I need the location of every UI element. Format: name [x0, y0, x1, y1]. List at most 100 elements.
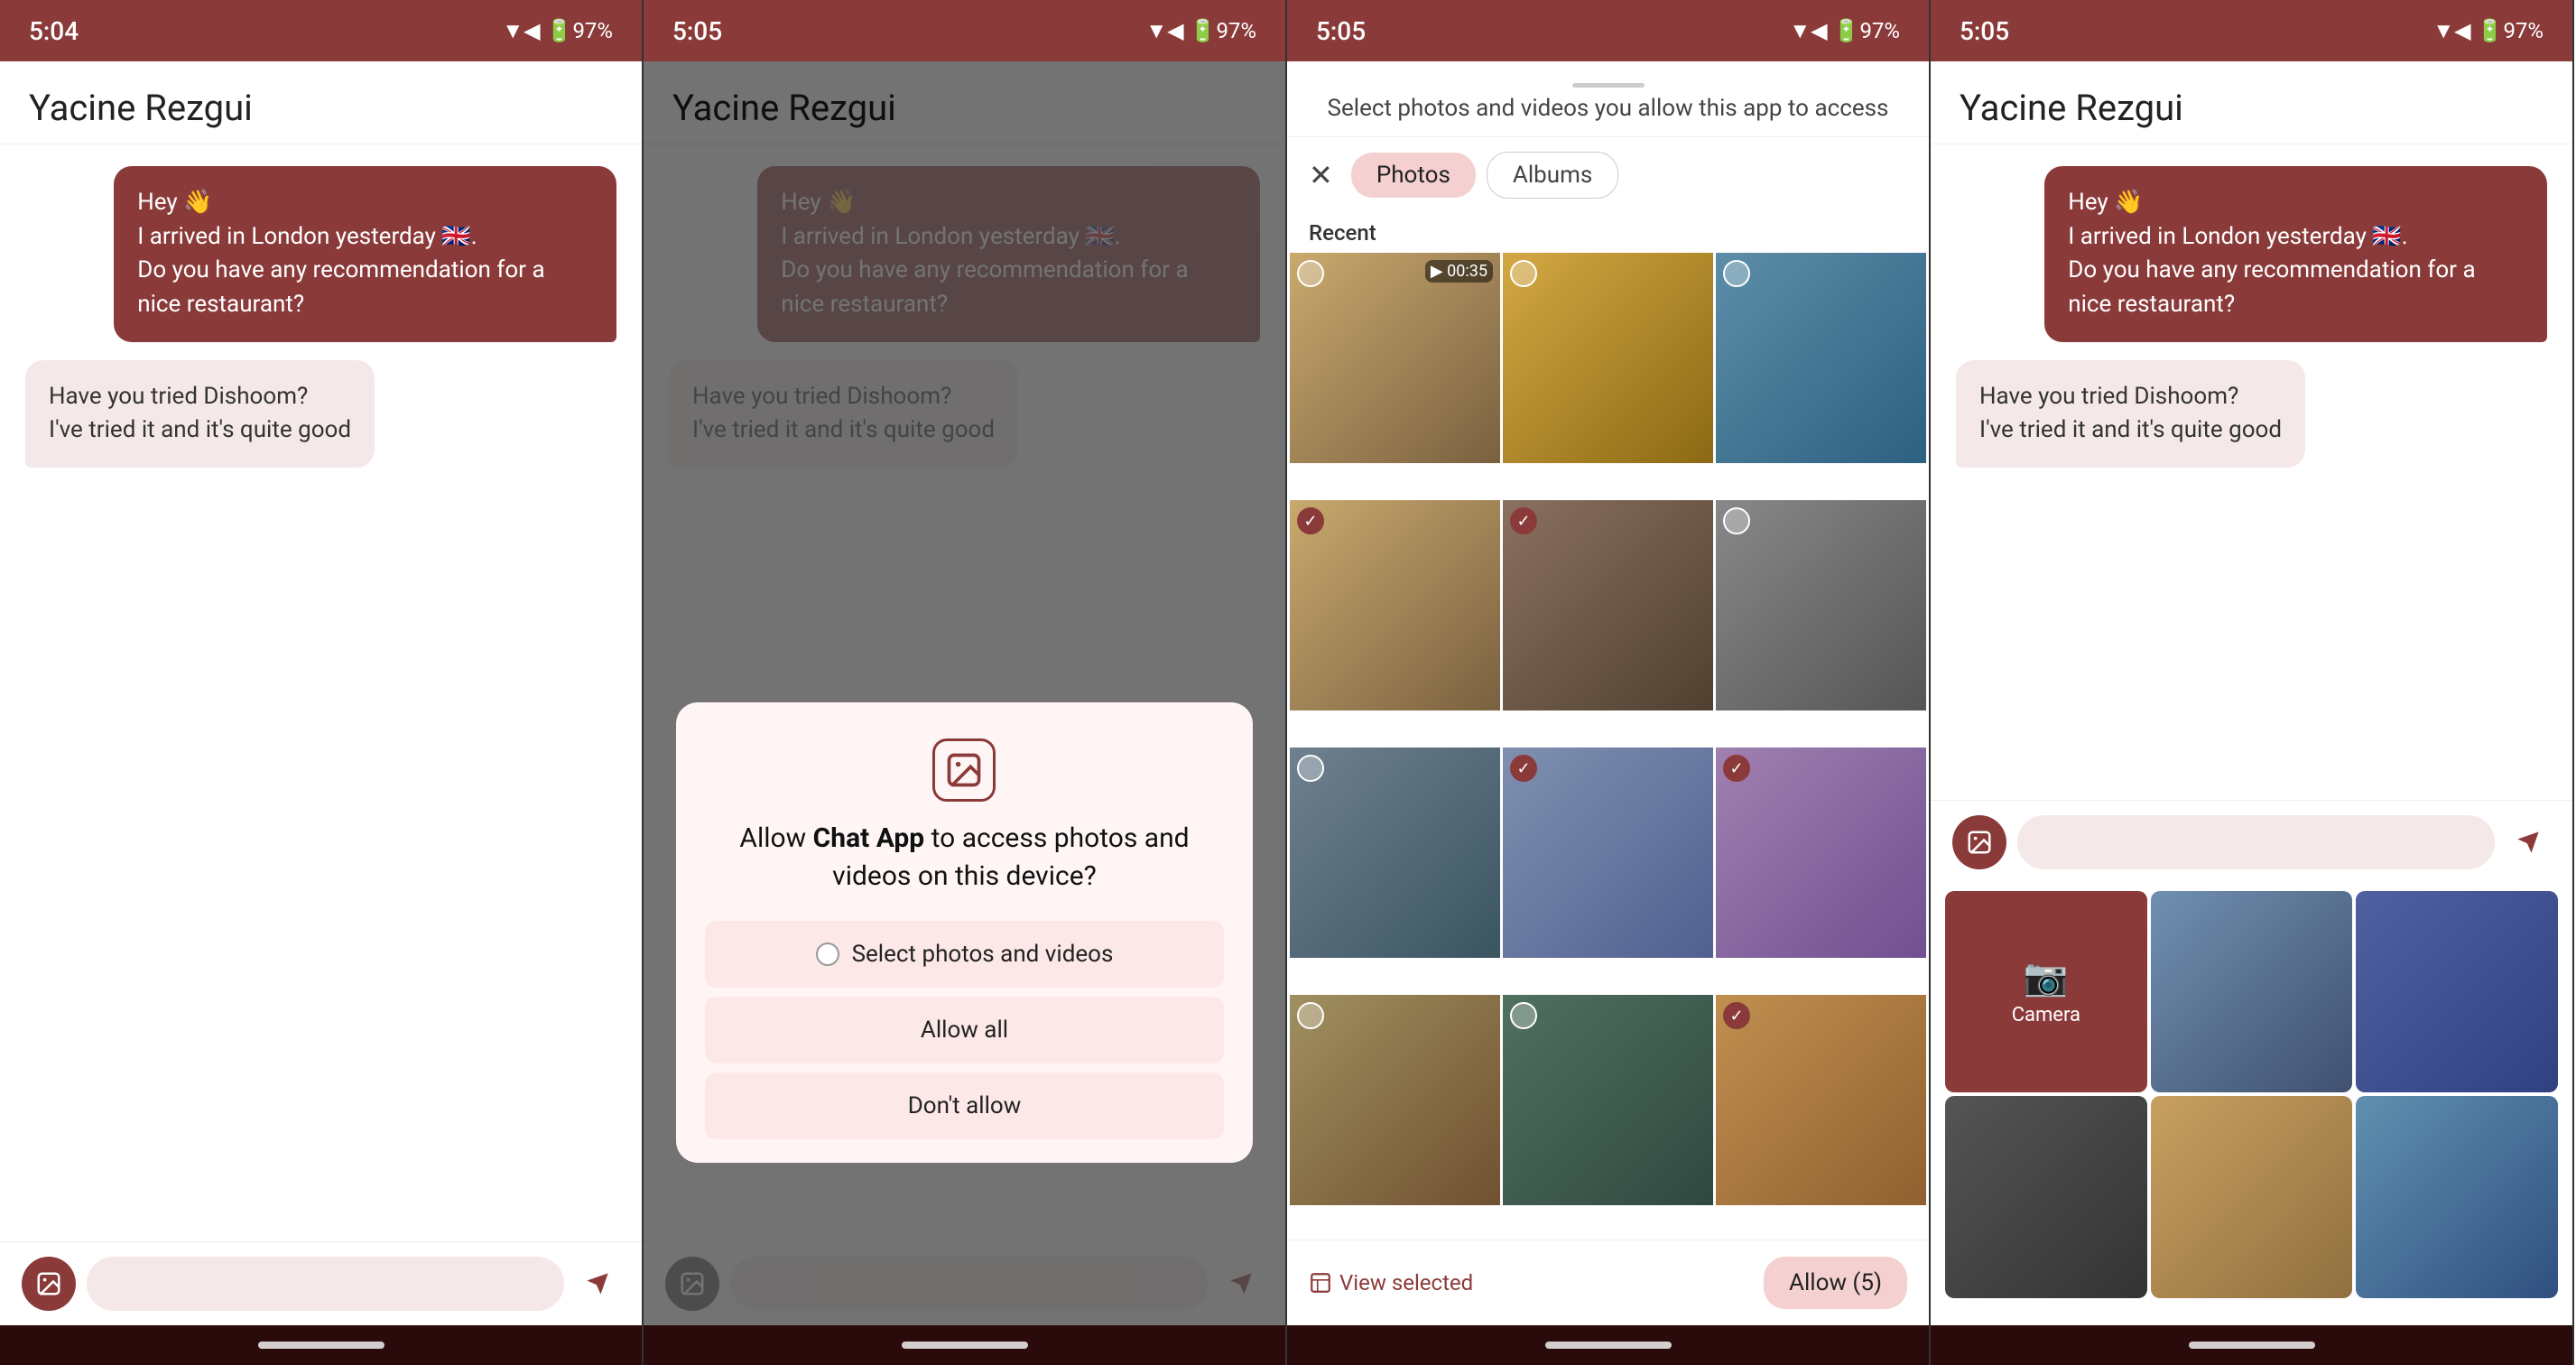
picker-top-text: Select photos and videos you allow this … [1328, 95, 1889, 122]
option-select-photos-label: Select photos and videos [852, 941, 1114, 968]
photo-cell-1[interactable]: ▶ 00:35 [1290, 253, 1500, 463]
message-input-4[interactable] [2017, 815, 2495, 869]
screen1: 5:04 ▼◀ 🔋97% Yacine Rezgui Hey 👋I arrive… [0, 0, 644, 1365]
view-selected-btn[interactable]: View selected [1309, 1270, 1473, 1295]
chat-header-1: Yacine Rezgui [0, 61, 642, 144]
home-indicator-3 [1545, 1342, 1672, 1349]
image-icon-1 [35, 1270, 62, 1297]
dialog-options: Select photos and videos Allow all Don't… [705, 921, 1225, 1148]
photo-cell-12[interactable] [1716, 995, 1926, 1205]
camera-label: Camera [2012, 1004, 2080, 1026]
picker-top-bar: Select photos and videos you allow this … [1287, 61, 1929, 137]
photo-check-8 [1510, 755, 1537, 782]
send-button-4[interactable] [2506, 820, 2551, 865]
status-icons-3: ▼◀ 🔋97% [1789, 18, 1900, 44]
chat-area-1: Hey 👋I arrived in London yesterday 🇬🇧.Do… [0, 144, 642, 1241]
media-button-1[interactable] [22, 1257, 76, 1311]
photo-cell-6[interactable] [1716, 500, 1926, 710]
camera-icon: 📷 [2024, 956, 2069, 998]
photo-cell-7[interactable] [1290, 748, 1500, 958]
photo-check-10 [1297, 1002, 1324, 1029]
dialog-icon [932, 738, 996, 802]
drag-handle [1572, 83, 1645, 88]
section-label-recent: Recent [1287, 213, 1929, 253]
dialog-title: Allow Chat App to access photos and vide… [705, 820, 1225, 896]
nav-bar-4 [1931, 1325, 2572, 1365]
message-out-4: Hey 👋I arrived in London yesterday 🇬🇧.Do… [2044, 166, 2547, 342]
send-icon-4 [2516, 830, 2541, 855]
permission-dialog: Allow Chat App to access photos and vide… [676, 702, 1254, 1163]
screen4: 5:05 ▼◀ 🔋97% Yacine Rezgui Hey 👋I arrive… [1931, 0, 2574, 1365]
input-bar-1 [0, 1241, 642, 1325]
photo-cell-10[interactable] [1290, 995, 1500, 1205]
status-time-2: 5:05 [672, 16, 722, 46]
photo-check-12 [1723, 1002, 1750, 1029]
home-indicator-4 [2189, 1342, 2315, 1349]
option-allow-all-label: Allow all [921, 1017, 1008, 1044]
photo-cell-8[interactable] [1503, 748, 1713, 958]
message-input-1[interactable] [87, 1257, 564, 1311]
media-button-4[interactable] [1952, 815, 2006, 869]
chat-header-4: Yacine Rezgui [1931, 61, 2572, 144]
photo-check-6 [1723, 507, 1750, 534]
home-indicator-1 [258, 1342, 385, 1349]
chat-area-4: Hey 👋I arrived in London yesterday 🇬🇧.Do… [1931, 144, 2572, 800]
photo-check-1 [1297, 260, 1324, 287]
send-button-1[interactable] [575, 1261, 620, 1306]
status-time-4: 5:05 [1960, 16, 2009, 46]
input-bar-4 [1931, 800, 2572, 884]
photo-check-7 [1297, 755, 1324, 782]
tray-photo-3[interactable] [1945, 1096, 2147, 1298]
nav-bar-3 [1287, 1325, 1929, 1365]
photo-check-4 [1297, 507, 1324, 534]
photo-cell-3[interactable] [1716, 253, 1926, 463]
screen2-chat: Yacine Rezgui Hey 👋I arrived in London y… [644, 61, 1285, 1325]
tray-photo-2[interactable] [2356, 891, 2558, 1093]
photo-access-icon [944, 750, 984, 790]
photo-check-3 [1723, 260, 1750, 287]
view-selected-label: View selected [1339, 1270, 1473, 1295]
status-icons-2: ▼◀ 🔋97% [1145, 18, 1256, 44]
nav-bar-1 [0, 1325, 642, 1365]
picker-bottom: View selected Allow (5) [1287, 1240, 1929, 1325]
image-icon-4 [1966, 829, 1993, 856]
video-badge-1: ▶ 00:35 [1425, 260, 1493, 283]
status-time-1: 5:04 [29, 16, 79, 46]
tab-albums[interactable]: Albums [1487, 152, 1618, 199]
photo-cell-5[interactable] [1503, 500, 1713, 710]
option-select-photos[interactable]: Select photos and videos [705, 921, 1225, 988]
photo-cell-9[interactable] [1716, 748, 1926, 958]
photo-tray: 📷 Camera [1931, 884, 2572, 1298]
status-icons-1: ▼◀ 🔋97% [502, 18, 613, 44]
message-in-1: Have you tried Dishoom?I've tried it and… [25, 360, 375, 468]
allow-5-btn[interactable]: Allow (5) [1764, 1257, 1907, 1309]
send-icon-1 [585, 1271, 610, 1296]
camera-cell[interactable]: 📷 Camera [1945, 891, 2147, 1093]
radio-select-photos [816, 942, 839, 966]
status-time-3: 5:05 [1316, 16, 1366, 46]
screen2: 5:05 ▼◀ 🔋97% Yacine Rezgui Hey 👋I arrive… [644, 0, 1287, 1365]
option-allow-all[interactable]: Allow all [705, 997, 1225, 1063]
message-in-4: Have you tried Dishoom?I've tried it and… [1956, 360, 2305, 468]
picker-close-btn[interactable]: ✕ [1309, 158, 1333, 192]
tray-spacer [1931, 1298, 2572, 1325]
photo-cell-11[interactable] [1503, 995, 1713, 1205]
photo-grid: ▶ 00:35 [1287, 253, 1929, 1240]
status-bar-4: 5:05 ▼◀ 🔋97% [1931, 0, 2572, 61]
view-selected-icon [1309, 1271, 1332, 1295]
option-dont-allow[interactable]: Don't allow [705, 1072, 1225, 1139]
photo-picker: Select photos and videos you allow this … [1287, 61, 1929, 1325]
message-out-1: Hey 👋I arrived in London yesterday 🇬🇧.Do… [114, 166, 616, 342]
tab-photos[interactable]: Photos [1351, 153, 1476, 198]
tray-photo-4[interactable] [2151, 1096, 2353, 1298]
screen3: 5:05 ▼◀ 🔋97% Select photos and videos yo… [1287, 0, 1931, 1365]
photo-cell-2[interactable] [1503, 253, 1713, 463]
status-icons-4: ▼◀ 🔋97% [2432, 18, 2544, 44]
permission-overlay: Allow Chat App to access photos and vide… [644, 61, 1285, 1325]
tray-photo-5[interactable] [2356, 1096, 2558, 1298]
nav-bar-2 [644, 1325, 1285, 1365]
option-dont-allow-label: Don't allow [908, 1092, 1022, 1119]
photo-cell-4[interactable] [1290, 500, 1500, 710]
status-bar-3: 5:05 ▼◀ 🔋97% [1287, 0, 1929, 61]
tray-photo-1[interactable] [2151, 891, 2353, 1093]
